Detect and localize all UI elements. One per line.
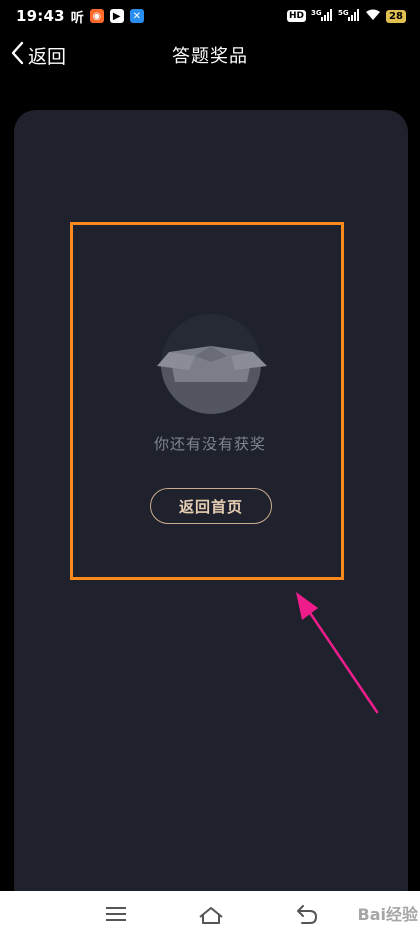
hd-badge: HD [286, 10, 306, 22]
wifi-icon [365, 9, 381, 24]
battery-icon: 28 [386, 9, 406, 23]
network-5g-label: 5G [338, 9, 349, 17]
status-time: 19:43 [16, 7, 65, 25]
chevron-left-icon [10, 41, 24, 69]
signal-5g-icon: 5G [338, 8, 360, 24]
back-label: 返回 [28, 45, 67, 68]
return-home-button[interactable]: 返回首页 [150, 488, 272, 524]
status-right: HD 3G 5G 28 [286, 8, 406, 24]
menu-icon[interactable] [106, 905, 126, 927]
play-app-icon: ▶ [109, 9, 124, 23]
ting-app-icon: 听 [70, 10, 84, 26]
empty-box-icon [155, 312, 267, 416]
baidu-watermark: Bai经验 [357, 905, 418, 924]
status-left: 19:43 听 ◉ ▶ ✕ [16, 7, 144, 26]
signal-3g-icon: 3G [311, 8, 333, 24]
empty-state-message: 你还有没有获奖 [153, 435, 266, 453]
x-app-icon: ✕ [129, 9, 144, 23]
back-button[interactable]: 返回 [10, 40, 66, 70]
page-title: 答题奖品 [172, 46, 248, 67]
status-bar: 19:43 听 ◉ ▶ ✕ HD 3G 5G 28 [0, 0, 420, 32]
weibo-app-icon: ◉ [89, 9, 104, 23]
nav-header: 返回 答题奖品 [0, 32, 420, 78]
home-icon[interactable] [198, 905, 224, 929]
network-3g-label: 3G [311, 9, 322, 17]
